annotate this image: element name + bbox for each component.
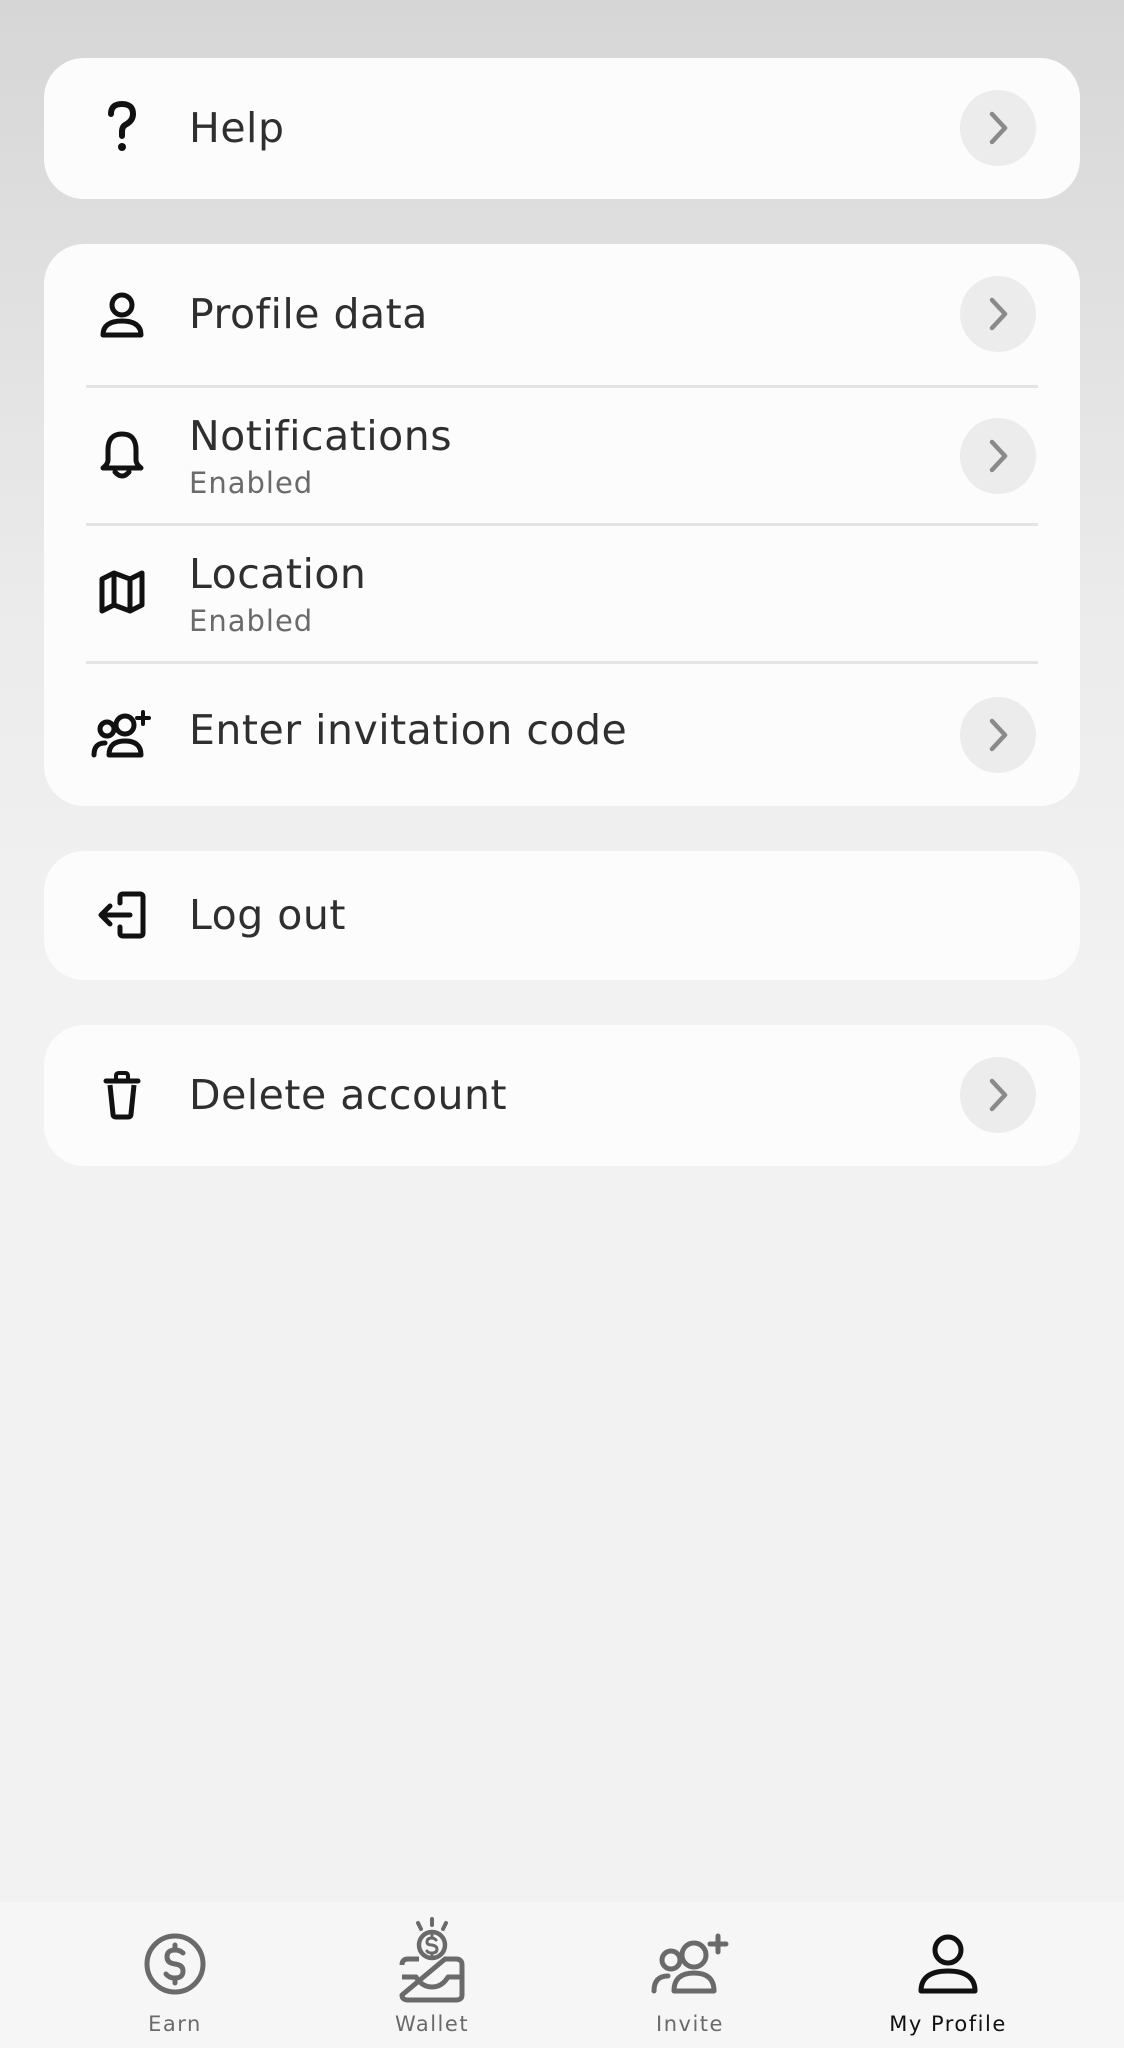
profile-data-chevron-button[interactable] [960,276,1036,352]
notifications-label: Notifications [189,412,453,460]
bell-icon [90,422,154,486]
location-status: Enabled [189,604,314,638]
help-row[interactable]: Help [44,58,1080,199]
help-label: Help [189,104,285,152]
tab-wallet[interactable]: Wallet [332,1902,532,2048]
map-icon [90,560,154,624]
tab-my-profile-label: My Profile [889,2012,1007,2036]
delete-account-label: Delete account [189,1071,508,1119]
chevron-right-icon [989,718,1008,752]
logout-card: Log out [44,851,1080,980]
notifications-status: Enabled [189,466,314,500]
trash-icon [90,1063,154,1127]
bottom-tab-bar: Earn Wallet Invite My Profile [0,1902,1124,2048]
chevron-right-icon [989,1078,1008,1112]
delete-account-card: Delete account [44,1025,1080,1166]
help-chevron-button[interactable] [960,90,1036,166]
profile-data-row[interactable]: Profile data [44,244,1080,386]
tab-earn[interactable]: Earn [75,1902,275,2048]
logout-label: Log out [189,891,346,939]
chevron-right-icon [989,439,1008,473]
tab-invite[interactable]: Invite [590,1902,790,2048]
help-card: Help [44,58,1080,199]
logout-icon [90,883,154,947]
dollar-circle-icon [135,1924,215,2004]
profile-data-label: Profile data [189,290,428,338]
settings-card: Profile data Notifications Enabled Locat… [44,244,1080,806]
add-users-icon [86,702,158,766]
invitation-code-row[interactable]: Enter invitation code [44,664,1080,806]
tab-wallet-label: Wallet [394,2012,470,2036]
wallet-coin-icon [392,1916,472,2004]
chevron-right-icon [989,111,1008,145]
logout-row[interactable]: Log out [44,851,1080,980]
location-label: Location [189,550,367,598]
tab-invite-label: Invite [656,2012,724,2036]
notifications-chevron-button[interactable] [960,418,1036,494]
tab-earn-label: Earn [148,2012,202,2036]
notifications-row[interactable]: Notifications Enabled [44,388,1080,523]
person-icon [90,284,154,348]
location-row[interactable]: Location Enabled [44,526,1080,661]
question-mark-icon [90,96,154,160]
delete-account-row[interactable]: Delete account [44,1025,1080,1166]
add-users-icon [650,1924,730,2004]
delete-account-chevron-button[interactable] [960,1057,1036,1133]
chevron-right-icon [989,297,1008,331]
invitation-code-chevron-button[interactable] [960,697,1036,773]
tab-my-profile[interactable]: My Profile [848,1902,1048,2048]
person-icon [908,1924,988,2004]
invitation-code-label: Enter invitation code [189,706,628,754]
